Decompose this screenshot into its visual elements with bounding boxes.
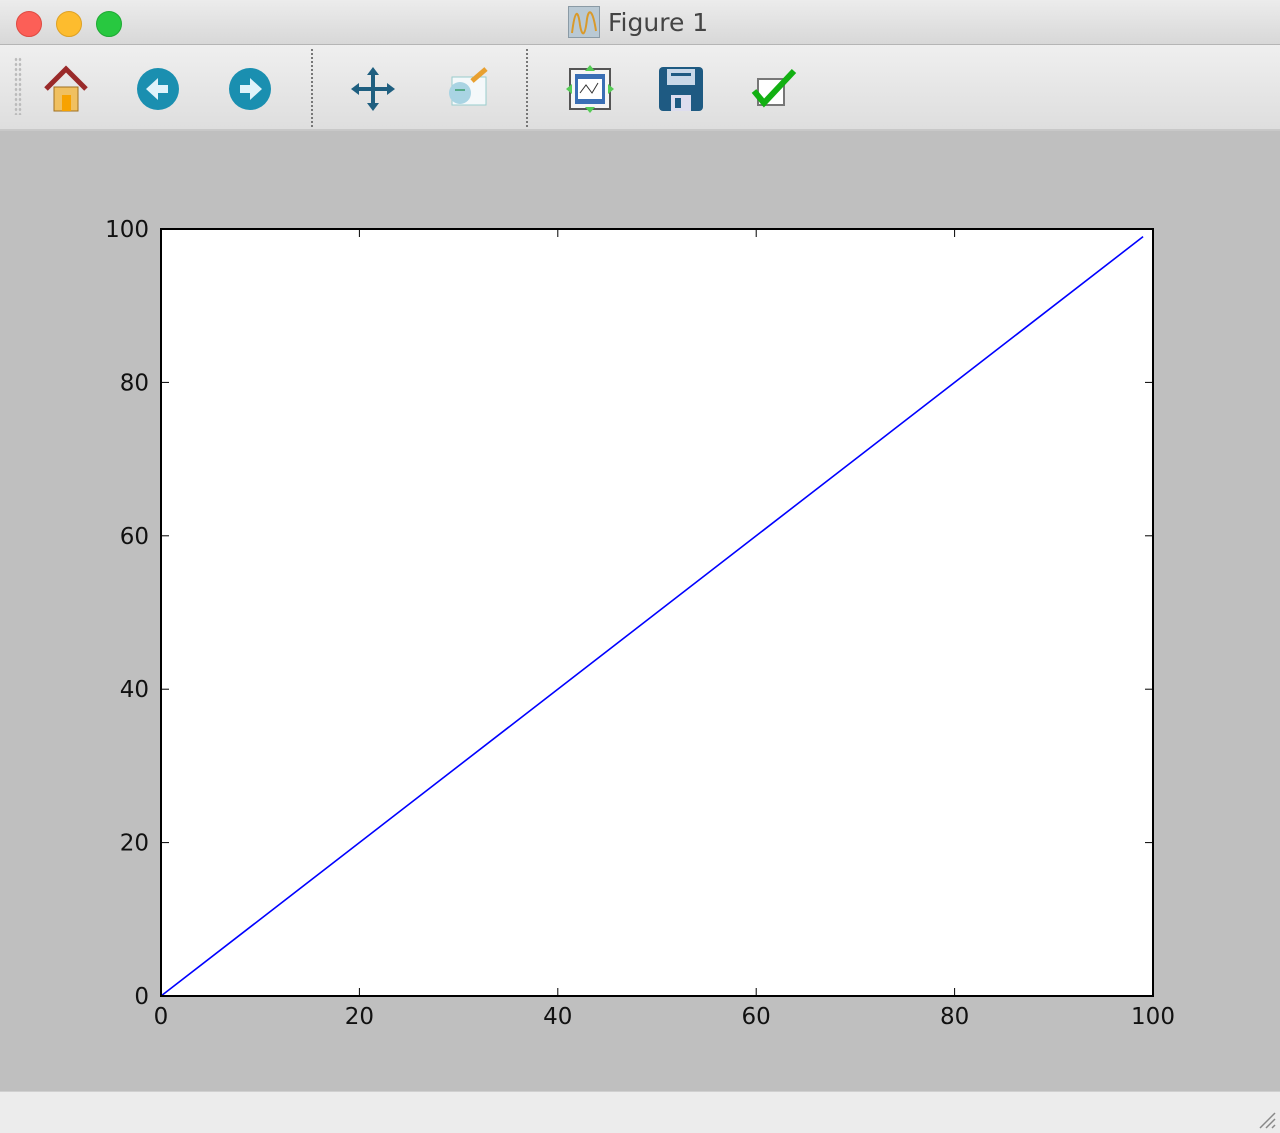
y-tick-label: 20: [120, 831, 149, 857]
y-tick-label: 80: [120, 370, 149, 396]
resize-grip-icon[interactable]: [1254, 1107, 1276, 1129]
x-tick-label: 20: [345, 1004, 374, 1030]
line-chart: 0 20 40 60 80 100 0 20 40 60 80 100: [105, 217, 1175, 1030]
back-button[interactable]: [134, 65, 182, 113]
window-title: Figure 1: [568, 6, 708, 38]
matplotlib-icon: [568, 6, 600, 38]
navigation-toolbar: [0, 45, 1280, 131]
subplots-icon: [566, 65, 614, 113]
zoom-button[interactable]: [442, 65, 490, 113]
status-bar: [0, 1091, 1280, 1133]
window-title-text: Figure 1: [608, 7, 709, 37]
arrow-left-icon: [137, 68, 179, 110]
floppy-icon: [659, 67, 703, 111]
x-tick-label: 80: [940, 1004, 969, 1030]
x-tick-label: 60: [742, 1004, 771, 1030]
maximize-button[interactable]: [96, 11, 122, 37]
title-bar: Figure 1: [0, 0, 1280, 45]
pan-button[interactable]: [349, 65, 397, 113]
customize-button[interactable]: [750, 65, 798, 113]
y-tick-label: 40: [120, 677, 149, 703]
move-icon: [351, 67, 395, 111]
home-button[interactable]: [42, 65, 90, 113]
close-button[interactable]: [16, 11, 42, 37]
toolbar-separator: [526, 49, 528, 127]
toolbar-grip[interactable]: [14, 57, 22, 115]
checkmark-icon: [751, 68, 797, 108]
home-icon: [44, 65, 88, 112]
subplots-button[interactable]: [566, 65, 614, 113]
forward-button[interactable]: [226, 65, 274, 113]
x-tick-label: 100: [1131, 1004, 1175, 1030]
y-tick-label: 100: [105, 217, 149, 243]
arrow-right-icon: [229, 68, 271, 110]
save-button[interactable]: [657, 65, 705, 113]
x-tick-label: 0: [154, 1004, 169, 1030]
figure-canvas[interactable]: 0 20 40 60 80 100 0 20 40 60 80 100: [0, 131, 1280, 1091]
x-tick-label: 40: [543, 1004, 572, 1030]
y-tick-label: 60: [120, 524, 149, 550]
y-tick-label: 0: [134, 984, 149, 1010]
toolbar-separator: [311, 49, 313, 127]
minimize-button[interactable]: [56, 11, 82, 37]
zoom-rect-icon: [449, 67, 488, 106]
